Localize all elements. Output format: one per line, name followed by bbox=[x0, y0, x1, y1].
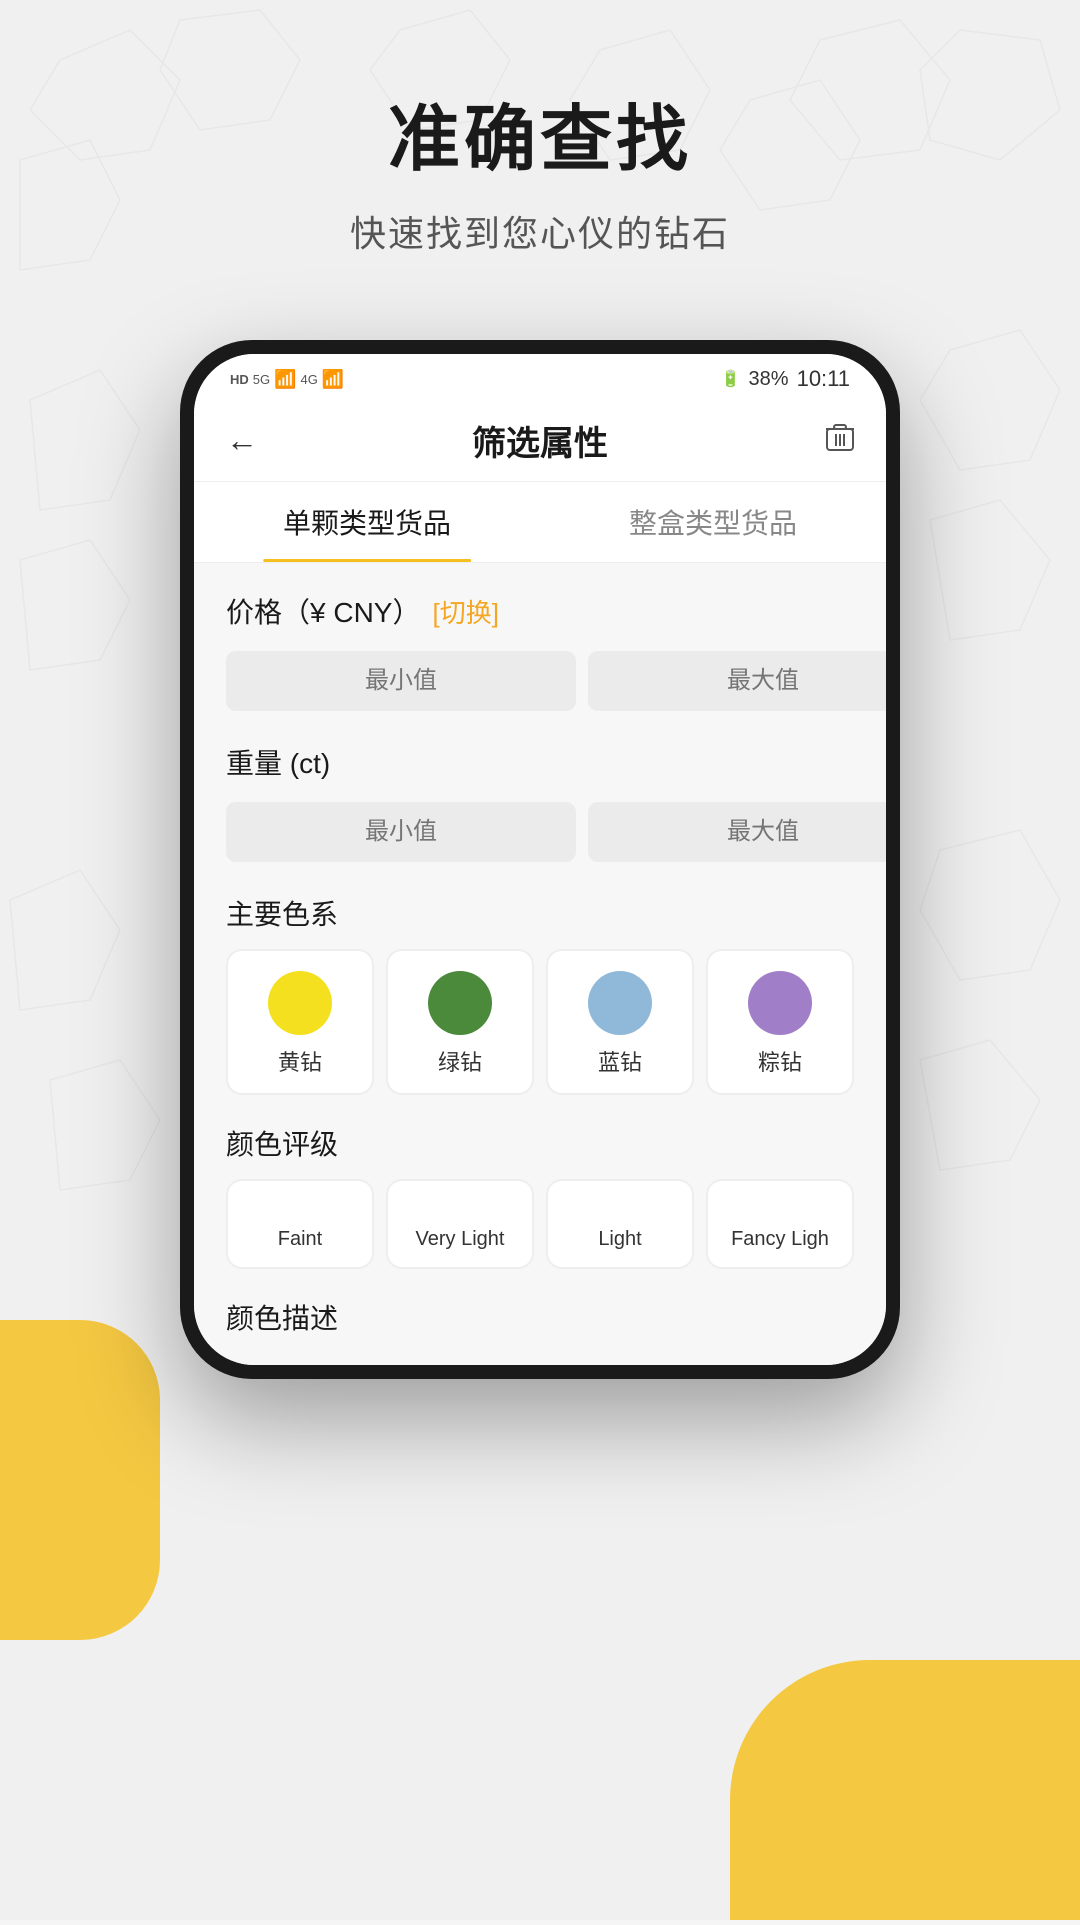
yellow-diamond-circle bbox=[268, 971, 332, 1035]
weight-filter-section: 重量 (ct) 范围 ▾ bbox=[226, 742, 854, 865]
main-title: 准确查找 bbox=[0, 80, 1080, 185]
grade-fancy-name: Fancy Ligh bbox=[731, 1228, 829, 1251]
content-area: 价格（¥ CNY） [切换] 范围 ▾ 重量 ( bbox=[194, 563, 886, 1365]
color-card-yellow[interactable]: 黄钻 bbox=[226, 949, 374, 1095]
phone-mockup: HD 5G 📶 4G 📶 🔋 38% 10:11 ← 筛选属性 bbox=[180, 340, 900, 1379]
grade-very-light-name: Very Light bbox=[416, 1228, 505, 1251]
blue-diamond-name: 蓝钻 bbox=[598, 1045, 642, 1077]
yellow-diamond-name: 黄钻 bbox=[278, 1045, 322, 1077]
time-display: 10:11 bbox=[797, 366, 850, 392]
blue-diamond-circle bbox=[588, 971, 652, 1035]
signal-icons: HD 5G 📶 4G 📶 bbox=[230, 369, 344, 390]
weight-min-input[interactable] bbox=[226, 802, 576, 862]
color-section: 主要色系 黄钻 绿钻 蓝钻 bbox=[226, 893, 854, 1095]
currency-switch[interactable]: [切换] bbox=[432, 593, 498, 630]
status-right: 🔋 38% 10:11 bbox=[721, 366, 850, 392]
status-left: HD 5G 📶 4G 📶 bbox=[230, 369, 344, 390]
weight-inputs: 范围 ▾ bbox=[226, 798, 854, 865]
tabs-container: 单颗类型货品 整盒类型货品 bbox=[194, 482, 886, 563]
grade-card-light[interactable]: Light bbox=[546, 1179, 694, 1269]
grade-section: 颜色评级 Faint Very Light Light Fancy Ligh bbox=[226, 1123, 854, 1269]
color-card-green[interactable]: 绿钻 bbox=[386, 949, 534, 1095]
sub-title: 快速找到您心仪的钻石 bbox=[0, 205, 1080, 257]
tab-single[interactable]: 单颗类型货品 bbox=[194, 482, 540, 562]
grade-card-faint[interactable]: Faint bbox=[226, 1179, 374, 1269]
yellow-shape-bottom bbox=[730, 1660, 1080, 1920]
price-filter-section: 价格（¥ CNY） [切换] 范围 ▾ bbox=[226, 591, 854, 714]
desc-section-title: 颜色描述 bbox=[226, 1297, 854, 1337]
grade-card-fancy[interactable]: Fancy Ligh bbox=[706, 1179, 854, 1269]
grade-card-very-light[interactable]: Very Light bbox=[386, 1179, 534, 1269]
yellow-shape-left bbox=[0, 1320, 160, 1640]
tab-box[interactable]: 整盒类型货品 bbox=[540, 482, 886, 562]
top-section: 准确查找 快速找到您心仪的钻石 bbox=[0, 0, 1080, 257]
battery-icon: 🔋 bbox=[721, 369, 741, 389]
grade-light-name: Light bbox=[598, 1228, 641, 1251]
grade-faint-name: Faint bbox=[278, 1228, 322, 1251]
phone-screen: HD 5G 📶 4G 📶 🔋 38% 10:11 ← 筛选属性 bbox=[194, 354, 886, 1365]
price-inputs: 范围 ▾ bbox=[226, 647, 854, 714]
price-max-input[interactable] bbox=[588, 651, 886, 711]
nav-bar: ← 筛选属性 bbox=[194, 400, 886, 482]
color-card-purple[interactable]: 粽钻 bbox=[706, 949, 854, 1095]
purple-diamond-name: 粽钻 bbox=[758, 1045, 802, 1077]
price-min-input[interactable] bbox=[226, 651, 576, 711]
price-label: 价格（¥ CNY） [切换] bbox=[226, 591, 854, 631]
status-bar: HD 5G 📶 4G 📶 🔋 38% 10:11 bbox=[194, 354, 886, 400]
color-card-blue[interactable]: 蓝钻 bbox=[546, 949, 694, 1095]
phone-outer: HD 5G 📶 4G 📶 🔋 38% 10:11 ← 筛选属性 bbox=[180, 340, 900, 1379]
grade-section-title: 颜色评级 bbox=[226, 1123, 854, 1163]
battery-percent: 38% bbox=[749, 368, 789, 391]
weight-max-input[interactable] bbox=[588, 802, 886, 862]
color-grid: 黄钻 绿钻 蓝钻 粽钻 bbox=[226, 949, 854, 1095]
green-diamond-name: 绿钻 bbox=[438, 1045, 482, 1077]
grade-grid: Faint Very Light Light Fancy Ligh bbox=[226, 1179, 854, 1269]
green-diamond-circle bbox=[428, 971, 492, 1035]
delete-button[interactable] bbox=[826, 422, 854, 459]
back-button[interactable]: ← bbox=[226, 422, 258, 459]
nav-title: 筛选属性 bbox=[472, 416, 608, 465]
purple-diamond-circle bbox=[748, 971, 812, 1035]
weight-label: 重量 (ct) bbox=[226, 742, 854, 782]
color-section-title: 主要色系 bbox=[226, 893, 854, 933]
